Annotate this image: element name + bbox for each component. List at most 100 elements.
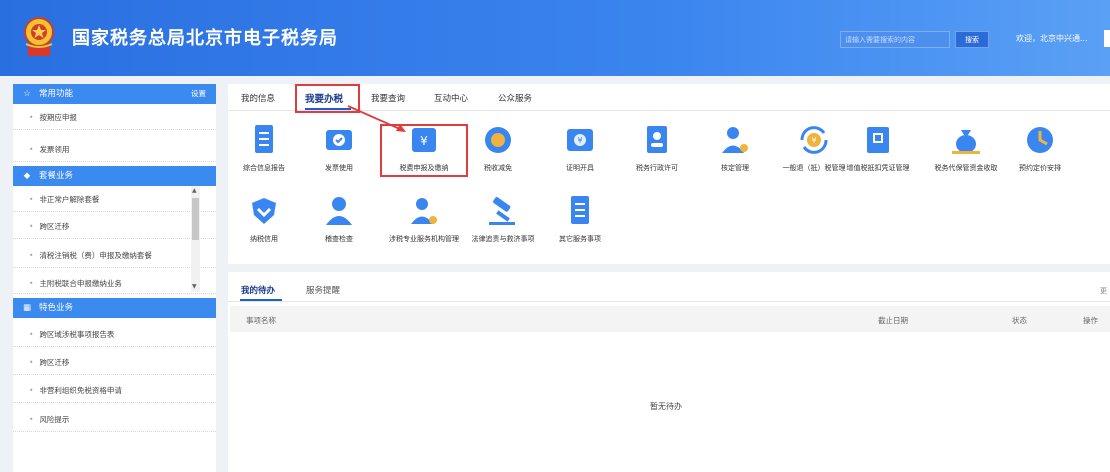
settings-link[interactable]: 设置 — [191, 84, 206, 104]
sidebar-item-label: 风险提示 — [39, 415, 70, 424]
credit-shield-icon — [252, 198, 276, 224]
service-pricing[interactable]: 预约定价安排 — [998, 122, 1082, 173]
service-label: 其它服务事项 — [559, 235, 601, 243]
service-label: 核定管理 — [721, 164, 749, 172]
sidebar-item[interactable]: • 非营利组织免税资格申请 — [13, 379, 216, 403]
column-header-deadline: 截止日期 — [878, 316, 908, 325]
bullet-icon: • — [29, 251, 34, 260]
sidebar-item[interactable]: • 按期应申报 — [13, 106, 216, 130]
service-invoice[interactable]: 发票使用 — [297, 122, 381, 173]
site-title: 国家税务总局北京市电子税务局 — [72, 28, 338, 49]
scroll-down-icon[interactable]: ▼ — [192, 283, 197, 290]
service-label: 涉税专业服务机构管理 — [389, 235, 459, 243]
sidebar-item-label: 跨区迁移 — [39, 222, 70, 231]
bullet-icon: • — [29, 222, 34, 231]
more-link[interactable]: 更 — [1100, 286, 1107, 296]
service-agency-management[interactable]: 涉税专业服务机构管理 — [382, 193, 466, 244]
bullet-icon: • — [29, 195, 34, 204]
refund-cycle-icon: ¥ — [800, 126, 828, 154]
highlight-box-service — [380, 124, 468, 177]
sidebar-item[interactable]: • 发票领用 — [13, 138, 216, 162]
pricing-icon — [1027, 127, 1053, 153]
service-label: 税收减免 — [484, 164, 512, 172]
service-fund-custody[interactable]: 税务代保管资金收取 — [924, 122, 1008, 173]
gavel-icon — [489, 197, 515, 225]
svg-text:¥: ¥ — [811, 136, 816, 145]
service-label: 综合信息报告 — [243, 164, 285, 172]
sidebar-section-title: 常用功能 — [39, 89, 74, 99]
bullet-icon: • — [29, 279, 34, 288]
sidebar-section-title: 套餐业务 — [39, 171, 74, 181]
service-label: 税务行政许可 — [636, 164, 678, 172]
sidebar-scroll-thumb[interactable] — [192, 198, 199, 240]
service-tax-credit[interactable]: 纳税信用 — [222, 193, 306, 244]
service-label: 发票使用 — [325, 164, 353, 172]
money-bag-icon — [952, 130, 980, 154]
bullet-icon: • — [29, 145, 34, 154]
sidebar-item[interactable]: • 跨区域涉税事项报告表 — [13, 323, 216, 347]
empty-state-text: 暂无待办 — [650, 402, 682, 411]
service-label: 法律追责与救济事项 — [471, 235, 535, 243]
certificate-icon: ¥ — [567, 129, 593, 151]
service-label: 增值税抵扣凭证管理 — [846, 164, 910, 172]
scroll-up-icon[interactable]: ▲ — [192, 187, 197, 194]
service-inspection[interactable]: 稽查检查 — [297, 193, 381, 244]
sidebar-item-label: 主附税联合申报缴纳业务 — [39, 279, 122, 288]
header-edge-control[interactable] — [1104, 30, 1110, 47]
tab-my-todo[interactable]: 我的待办 — [241, 284, 275, 296]
service-assessment[interactable]: 核定管理 — [693, 122, 777, 173]
service-label: 证明开具 — [566, 164, 594, 172]
column-header-item-name: 事项名称 — [246, 316, 276, 325]
id-card-icon — [647, 126, 667, 153]
service-other[interactable]: 其它服务事项 — [538, 193, 622, 244]
inspector-icon — [326, 197, 352, 225]
sidebar-section-special[interactable]: ▦ 特色业务 — [13, 298, 216, 318]
service-admin-license[interactable]: 税务行政许可 — [615, 122, 699, 173]
search-input[interactable]: 请输入需要搜索的内容 — [840, 31, 950, 48]
tab-service-reminder[interactable]: 服务提醒 — [306, 284, 340, 296]
vat-voucher-icon — [867, 127, 889, 153]
sidebar-item[interactable]: • 清税注销税（费）申报及缴纳套餐 — [13, 244, 216, 268]
invoice-check-icon — [326, 130, 352, 150]
sidebar-item-label: 非营利组织免税资格申请 — [39, 386, 122, 395]
sidebar-section-common[interactable]: ☆ 常用功能 设置 — [13, 84, 216, 104]
tab-public-service[interactable]: 公众服务 — [498, 92, 532, 104]
tax-relief-icon — [485, 127, 511, 153]
sidebar-item[interactable]: • 风险提示 — [13, 408, 216, 432]
bullet-icon: • — [29, 358, 34, 367]
todo-panel — [228, 272, 1110, 472]
sidebar-item-label: 跨区域涉税事项报告表 — [39, 330, 115, 339]
sidebar-item[interactable]: • 非正常户解除套餐 — [13, 188, 216, 212]
active-bottom-tab-indicator — [240, 299, 282, 301]
bullet-icon: • — [29, 386, 34, 395]
sidebar-item[interactable]: • 跨区迁移 — [13, 215, 216, 239]
service-integrated-info[interactable]: 综合信息报告 — [222, 122, 306, 173]
document-list-icon — [255, 125, 273, 153]
bullet-icon: • — [29, 330, 34, 339]
grid-icon: ▦ — [22, 303, 32, 313]
tab-interaction[interactable]: 互动中心 — [434, 92, 468, 104]
bullet-icon: • — [29, 415, 34, 424]
sidebar-item-label: 跨区迁移 — [39, 358, 70, 367]
search-button[interactable]: 搜索 — [955, 31, 989, 48]
column-header-status: 状态 — [1012, 316, 1027, 325]
agency-user-icon — [411, 198, 437, 224]
tab-my-info[interactable]: 我的信息 — [241, 92, 275, 104]
sidebar-section-packages[interactable]: ◆ 套餐业务 — [13, 166, 216, 186]
star-icon: ☆ — [23, 89, 31, 99]
sidebar-item[interactable]: • 跨区迁移 — [13, 351, 216, 375]
svg-text:¥: ¥ — [577, 136, 582, 145]
national-emblem-logo — [24, 17, 54, 56]
service-tax-relief[interactable]: 税收减免 — [456, 122, 540, 173]
table-header — [230, 306, 1110, 332]
service-certificate[interactable]: ¥ 证明开具 — [538, 122, 622, 173]
sidebar-item-label: 发票领用 — [39, 145, 70, 154]
package-icon: ◆ — [23, 171, 31, 181]
sidebar-item-label: 非正常户解除套餐 — [39, 195, 100, 204]
service-vat-voucher[interactable]: 增值税抵扣凭证管理 — [836, 122, 920, 173]
sidebar-item-label: 按期应申报 — [39, 113, 77, 122]
service-label: 稽查检查 — [325, 235, 353, 243]
service-legal[interactable]: 法律追责与救济事项 — [461, 193, 545, 244]
welcome-user-link[interactable]: 欢迎，北京中兴通... — [1016, 33, 1088, 44]
sidebar-item[interactable]: • 主附税联合申报缴纳业务 — [13, 274, 216, 294]
